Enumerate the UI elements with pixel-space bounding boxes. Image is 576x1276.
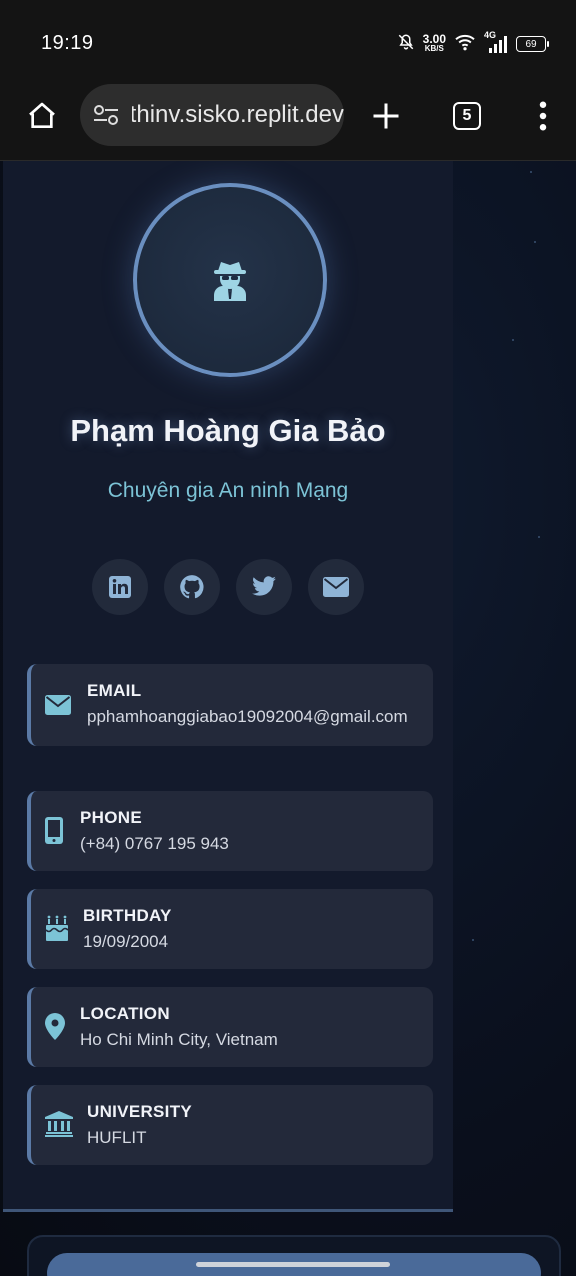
page-content: Phạm Hoàng Gia Bảo Chuyên gia An ninh Mạ… bbox=[0, 161, 576, 1276]
home-icon bbox=[29, 102, 55, 128]
tabs-button[interactable]: 5 bbox=[447, 96, 487, 136]
net-speed-unit: KB/S bbox=[424, 44, 444, 53]
info-value[interactable]: (+84) 0767 195 943 bbox=[80, 830, 229, 858]
url-text[interactable]: chuthinv.sisko.replit.dev bbox=[132, 101, 344, 129]
social-links bbox=[92, 559, 364, 615]
profile-sidebar: Phạm Hoàng Gia Bảo Chuyên gia An ninh Mạ… bbox=[3, 161, 453, 1212]
background-star bbox=[512, 339, 514, 341]
email-button[interactable] bbox=[308, 559, 364, 615]
info-card-email: EMAIL pphamhoanggiabao19092004@gmail.co​… bbox=[27, 664, 433, 746]
content-panel bbox=[27, 1235, 561, 1276]
new-tab-button[interactable] bbox=[366, 96, 406, 136]
github-button[interactable] bbox=[164, 559, 220, 615]
info-label: LOCATION bbox=[80, 1004, 170, 1023]
background-star bbox=[530, 171, 532, 173]
status-icons: 3.00 KB/S 4G 69 bbox=[397, 30, 549, 56]
mute-icon bbox=[397, 33, 415, 56]
address-bar[interactable]: chuthinv.sisko.replit.dev bbox=[80, 84, 344, 146]
new-tab-icon bbox=[373, 103, 399, 129]
info-card-birthday: BIRTHDAY 19/09/2004 bbox=[27, 889, 433, 969]
university-icon bbox=[45, 1111, 73, 1142]
map-marker-icon bbox=[45, 1013, 65, 1045]
mobile-icon bbox=[45, 817, 63, 849]
home-button[interactable] bbox=[22, 96, 62, 136]
wifi-icon bbox=[454, 33, 476, 56]
site-settings-icon[interactable] bbox=[92, 103, 120, 132]
info-label: BIRTHDAY bbox=[83, 906, 172, 925]
status-time: 19:19 bbox=[41, 32, 94, 54]
linkedin-button[interactable] bbox=[92, 559, 148, 615]
more-menu-icon bbox=[539, 101, 547, 131]
info-value: HUFLIT bbox=[87, 1128, 147, 1147]
envelope-icon bbox=[45, 695, 71, 720]
info-label: UNIVERSITY bbox=[87, 1102, 193, 1121]
profile-name: Phạm Hoàng Gia Bảo bbox=[70, 413, 386, 448]
avatar bbox=[133, 183, 327, 377]
background-star bbox=[534, 241, 536, 243]
info-card-university: UNIVERSITY HUFLIT bbox=[27, 1085, 433, 1165]
info-value[interactable]: pphamhoanggiabao19092004@gmail.co​m bbox=[87, 703, 417, 731]
gesture-home-indicator[interactable] bbox=[196, 1262, 390, 1267]
twitter-button[interactable] bbox=[236, 559, 292, 615]
profile-title: Chuyên gia An ninh Mạng bbox=[107, 479, 349, 502]
user-secret-icon bbox=[214, 262, 246, 301]
linkedin-icon bbox=[109, 576, 131, 598]
twitter-icon bbox=[252, 576, 276, 596]
info-value: 19/09/2004 bbox=[83, 932, 169, 951]
background-star bbox=[472, 939, 474, 941]
info-card-phone: PHONE (+84) 0767 195 943 bbox=[27, 791, 433, 871]
info-card-location: LOCATION Ho Chi Minh City, Vietnam bbox=[27, 987, 433, 1067]
tabs-icon: 5 bbox=[453, 102, 481, 130]
signal-icon: 4G bbox=[484, 30, 508, 54]
info-label: EMAIL bbox=[87, 681, 142, 700]
github-icon bbox=[180, 575, 204, 599]
info-value: Ho Chi Minh City, Vietnam bbox=[80, 1030, 278, 1049]
battery-icon: 69 bbox=[516, 36, 549, 52]
background-star bbox=[538, 536, 540, 538]
envelope-icon bbox=[323, 577, 349, 597]
birthday-cake-icon bbox=[45, 915, 69, 946]
more-menu-button[interactable] bbox=[528, 96, 558, 136]
net-speed: 3.00 KB/S bbox=[422, 32, 446, 53]
network-type: 4G bbox=[484, 30, 497, 40]
status-bar: 19:19 3.00 KB/S 4G 69 bbox=[0, 0, 576, 84]
browser-toolbar: chuthinv.sisko.replit.dev 5 bbox=[0, 84, 576, 161]
info-label: PHONE bbox=[80, 808, 142, 827]
net-speed-value: 3.00 bbox=[422, 32, 446, 46]
